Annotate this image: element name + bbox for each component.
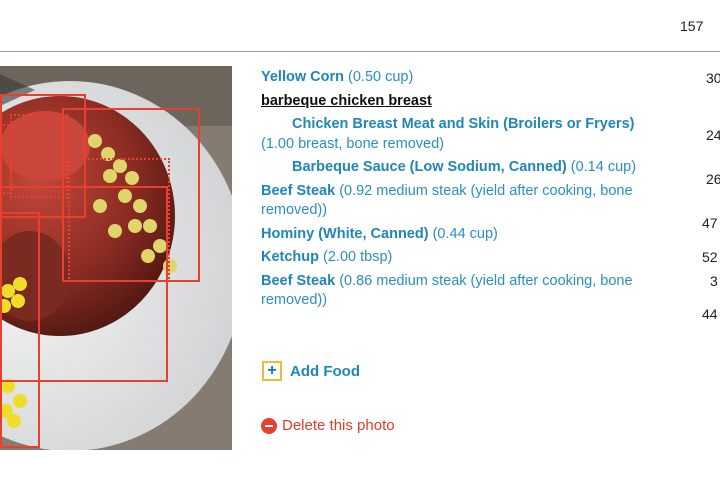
food-list: Yellow Corn (0.50 cup) barbeque chicken … [261, 68, 661, 315]
food-item-calories: 24 [706, 127, 720, 143]
add-food-button[interactable]: + Add Food [262, 361, 360, 381]
food-group-header[interactable]: barbeque chicken breast [261, 92, 661, 112]
food-item-calories: 26 [706, 171, 720, 187]
food-item-quantity: (0.44 cup) [432, 225, 498, 242]
food-item-name[interactable]: Chicken Breast Meat and Skin (Broilers o… [261, 116, 634, 132]
food-item-calories: 52 [702, 249, 718, 265]
food-item-name[interactable]: Beef Steak [261, 273, 335, 289]
food-item[interactable]: Barbeque Sauce (Low Sodium, Canned) (0.1… [261, 158, 661, 178]
food-item-name[interactable]: Beef Steak [261, 183, 335, 199]
detection-box-dotted[interactable] [0, 124, 12, 194]
food-item-quantity: (0.14 cup) [570, 159, 637, 175]
delete-photo-label[interactable]: Delete this photo [282, 417, 395, 434]
food-item-calories: 44 [702, 306, 718, 322]
header-divider [0, 51, 720, 52]
delete-icon[interactable] [261, 417, 277, 434]
food-item[interactable]: Ketchup (2.00 tbsp) [261, 248, 661, 268]
food-item[interactable]: Chicken Breast Meat and Skin (Broilers o… [261, 115, 661, 154]
food-item-name[interactable]: Yellow Corn [261, 69, 344, 85]
plus-icon: + [267, 362, 277, 379]
delete-photo-link[interactable]: Delete this photo [261, 417, 395, 434]
food-item-name[interactable]: Hominy (White, Canned) [261, 226, 429, 242]
food-item-calories: 3 [710, 273, 718, 289]
food-item[interactable]: Beef Steak (0.86 medium steak (yield aft… [261, 272, 661, 311]
food-item-calories: 47 [702, 215, 718, 231]
food-item-calories: 30 [706, 70, 720, 86]
food-item-quantity: (1.00 breast, bone removed) [261, 135, 444, 152]
food-item[interactable]: Beef Steak (0.92 medium steak (yield aft… [261, 182, 661, 221]
food-item-name[interactable]: Barbeque Sauce (Low Sodium, Canned) [261, 159, 567, 175]
total-calories: 157 [680, 18, 704, 34]
food-item-name[interactable]: Ketchup [261, 249, 319, 265]
food-item[interactable]: Yellow Corn (0.50 cup) [261, 68, 661, 88]
meal-photo[interactable] [0, 66, 232, 450]
detection-box[interactable] [0, 212, 40, 448]
food-item-quantity: (0.50 cup) [348, 69, 414, 85]
add-food-label[interactable]: Add Food [290, 363, 360, 380]
food-item-quantity: (2.00 tbsp) [323, 249, 393, 265]
add-icon[interactable]: + [262, 361, 282, 381]
food-item[interactable]: Hominy (White, Canned) (0.44 cup) [261, 225, 661, 245]
